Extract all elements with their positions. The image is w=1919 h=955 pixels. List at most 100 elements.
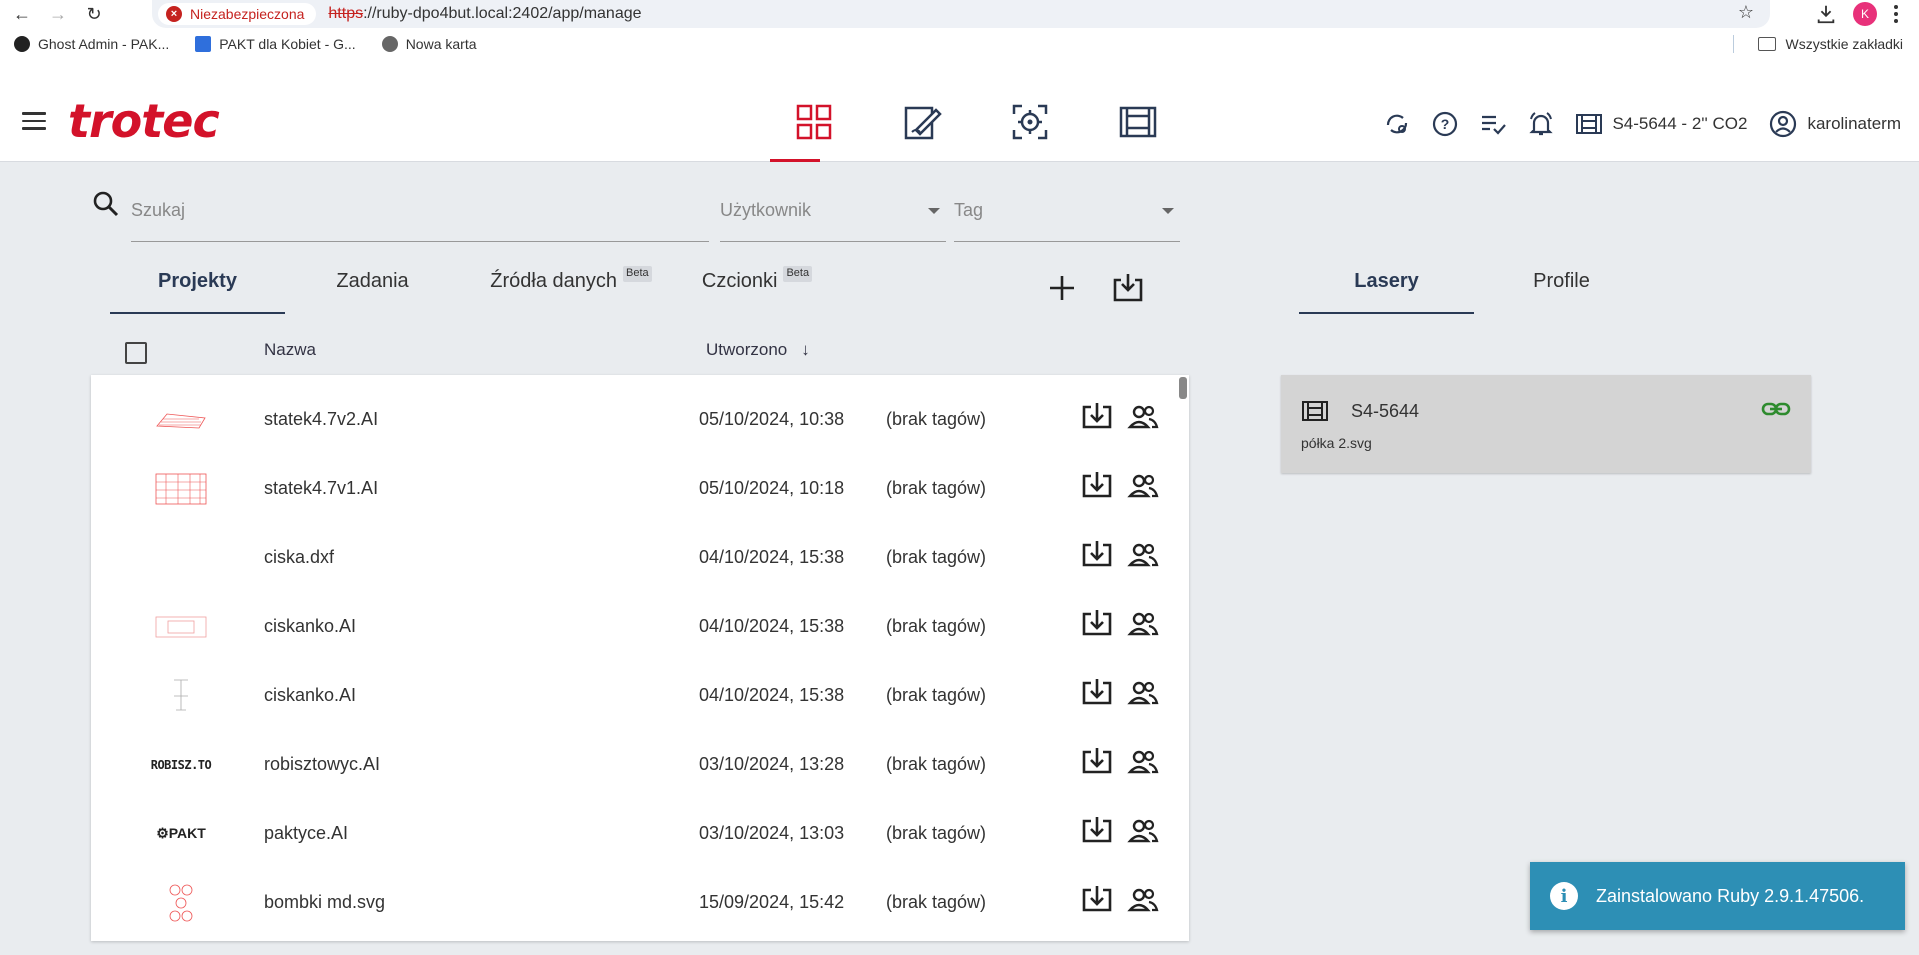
laser-selector[interactable]: S4-5644 - 2'' CO2 (1576, 113, 1747, 135)
nav-design[interactable] (868, 98, 976, 162)
address-bar[interactable]: × Niezabezpieczona https://ruby-dpo4but.… (152, 0, 1770, 28)
help-icon[interactable]: ? (1432, 111, 1458, 137)
add-icon[interactable] (1044, 270, 1080, 306)
project-tags[interactable]: (brak tagów) (886, 754, 986, 775)
nav-laser[interactable] (1084, 98, 1192, 162)
send-to-laser-icon[interactable] (1081, 608, 1113, 640)
security-chip[interactable]: × Niezabezpieczona (158, 3, 317, 25)
table-row[interactable]: statek4.7v2.AI 05/10/2024, 10:38 (brak tag… (91, 385, 1189, 454)
checklist-icon[interactable] (1480, 111, 1507, 137)
table-row[interactable]: ciskanko.AI 04/10/2024, 15:38 (brak tagów) (91, 661, 1189, 730)
tab-jobs[interactable]: Zadania (285, 260, 460, 314)
tab-lasers[interactable]: Lasery (1299, 260, 1474, 314)
all-bookmarks[interactable]: Wszystkie zakładki (1732, 35, 1903, 53)
tab-profiles[interactable]: Profile (1474, 260, 1649, 314)
menu-icon[interactable] (22, 112, 46, 130)
profile-avatar[interactable]: K (1853, 2, 1877, 26)
warning-icon: × (166, 6, 182, 22)
tab-fonts[interactable]: Czcionki Beta (682, 260, 832, 314)
bookmark-star-icon[interactable]: ☆ (1738, 2, 1754, 23)
app-header: trotec ? S4-5644 - 2'' CO2 karolinaterm (0, 60, 1919, 162)
share-users-icon[interactable] (1127, 608, 1159, 640)
column-header-created[interactable]: Utworzono ↓ (706, 340, 810, 360)
search-input[interactable]: Szukaj (131, 188, 709, 242)
share-users-icon[interactable] (1127, 539, 1159, 571)
reload-button[interactable]: ↻ (80, 2, 108, 26)
share-users-icon[interactable] (1127, 815, 1159, 847)
bookmark-ghost[interactable]: Ghost Admin - PAK... (14, 36, 169, 52)
project-name[interactable]: ciskanko.AI (264, 685, 356, 706)
project-tags[interactable]: (brak tagów) (886, 616, 986, 637)
user-menu[interactable]: karolinaterm (1769, 110, 1901, 138)
user-filter-dropdown[interactable]: Użytkownik (720, 188, 946, 242)
tag-filter-placeholder: Tag (954, 200, 984, 220)
table-row[interactable]: ciska.dxf 04/10/2024, 15:38 (brak tagów) (91, 523, 1189, 592)
nav-position[interactable] (976, 98, 1084, 162)
project-tags[interactable]: (brak tagów) (886, 685, 986, 706)
project-tags[interactable]: (brak tagów) (886, 892, 986, 913)
tab-data-sources[interactable]: Źródła danych Beta (460, 260, 682, 314)
table-row[interactable]: bombki md.svg 15/09/2024, 15:42 (brak tagó… (91, 868, 1189, 937)
share-users-icon[interactable] (1127, 746, 1159, 778)
project-tags[interactable]: (brak tagów) (886, 409, 986, 430)
share-users-icon[interactable] (1127, 884, 1159, 916)
import-icon[interactable] (1110, 270, 1146, 306)
send-to-laser-icon[interactable] (1081, 539, 1113, 571)
grid-icon (796, 104, 832, 140)
install-notification-toast[interactable]: i Zainstalowano Ruby 2.9.1.47506. (1530, 862, 1905, 930)
project-list[interactable]: statek4.7v2.AI 05/10/2024, 10:38 (brak tag… (91, 375, 1189, 941)
notification-bell-icon[interactable] (1528, 111, 1554, 137)
project-tags[interactable]: (brak tagów) (886, 823, 986, 844)
project-name[interactable]: paktyce.AI (264, 823, 348, 844)
forward-button[interactable]: → (44, 2, 72, 26)
back-button[interactable]: ← (8, 2, 36, 26)
project-thumbnail (153, 883, 209, 923)
project-name[interactable]: bombki md.svg (264, 892, 385, 913)
table-row[interactable]: statek4.7v1.AI 05/10/2024, 10:18 (brak tag… (91, 454, 1189, 523)
tab-projects[interactable]: Projekty (110, 260, 285, 314)
nav-manage[interactable] (760, 98, 868, 162)
row-actions (1081, 470, 1159, 502)
project-name[interactable]: statek4.7v2.AI (264, 409, 378, 430)
trotec-logo[interactable]: trotec (68, 94, 220, 148)
connected-link-icon[interactable] (1761, 399, 1791, 419)
project-tags[interactable]: (brak tagów) (886, 547, 986, 568)
project-date: 15/09/2024, 15:42 (699, 892, 845, 912)
row-actions (1081, 815, 1159, 847)
tab-label: Czcionki (701, 270, 778, 292)
row-actions (1081, 884, 1159, 916)
bookmark-new-tab[interactable]: Nowa karta (381, 36, 477, 52)
column-header-label: Utworzono (706, 340, 788, 359)
browser-menu-icon[interactable] (1893, 4, 1899, 24)
send-to-laser-icon[interactable] (1081, 470, 1113, 502)
bookmark-pakt[interactable]: PAKT dla Kobiet - G... (195, 36, 356, 52)
content-tabs: Projekty Zadania Źródła danych Beta Czcio… (110, 260, 832, 314)
tag-filter-dropdown[interactable]: Tag (954, 188, 1180, 242)
project-date: 05/10/2024, 10:38 (699, 409, 845, 429)
share-users-icon[interactable] (1127, 677, 1159, 709)
project-name[interactable]: ciska.dxf (264, 547, 334, 568)
sync-settings-icon[interactable] (1384, 111, 1410, 137)
send-to-laser-icon[interactable] (1081, 401, 1113, 433)
project-name[interactable]: statek4.7v1.AI (264, 478, 378, 499)
project-tags[interactable]: (brak tagów) (886, 478, 986, 499)
project-thumbnail (153, 538, 209, 578)
share-users-icon[interactable] (1127, 470, 1159, 502)
send-to-laser-icon[interactable] (1081, 884, 1113, 916)
send-to-laser-icon[interactable] (1081, 815, 1113, 847)
send-to-laser-icon[interactable] (1081, 677, 1113, 709)
project-name[interactable]: ciskanko.AI (264, 616, 356, 637)
column-header-name[interactable]: Nazwa (264, 340, 316, 360)
project-name[interactable]: robisztowyc.AI (264, 754, 380, 775)
project-thumbnail (153, 400, 209, 440)
download-icon[interactable] (1815, 3, 1837, 25)
laser-card[interactable]: S4-5644 półka 2.svg (1281, 375, 1811, 473)
url-text[interactable]: https://ruby-dpo4but.local:2402/app/mana… (328, 5, 641, 23)
send-to-laser-icon[interactable] (1081, 746, 1113, 778)
table-row[interactable]: ⚙PAKT paktyce.AI 03/10/2024, 13:03 (brak ta… (91, 799, 1189, 868)
share-users-icon[interactable] (1127, 401, 1159, 433)
user-filter-placeholder: Użytkownik (720, 200, 812, 220)
table-row[interactable]: ROBISZ.TO robisztowyc.AI 03/10/2024, 13:28… (91, 730, 1189, 799)
select-all-checkbox[interactable] (125, 342, 147, 364)
table-row[interactable]: ciskanko.AI 04/10/2024, 15:38 (brak tagów) (91, 592, 1189, 661)
